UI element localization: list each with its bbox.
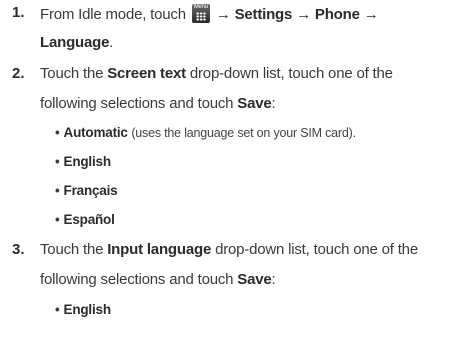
option-note: (uses the language set on your SIM card)…: [131, 126, 356, 140]
menu-icon-grid: [195, 12, 206, 21]
step-number: 2.: [12, 65, 25, 82]
step-text: following selections and touch: [40, 95, 234, 112]
step-text: drop-down list, touch one of the: [189, 65, 393, 82]
setting-name: Input language: [107, 241, 212, 258]
step-1-line-1: From Idle mode, touch Menu → Settings → …: [40, 4, 379, 23]
step-number: 3.: [12, 241, 25, 258]
punctuation: :: [271, 95, 276, 112]
setting-name: Screen text: [107, 65, 186, 82]
list-item-espanol: • Español: [55, 212, 115, 227]
punctuation: :: [271, 271, 276, 288]
option-label: English: [63, 154, 112, 169]
step-text: From Idle mode, touch: [40, 6, 186, 23]
step-1-line-2: Language.: [40, 34, 113, 51]
step-3-line-1: Touch the Input language drop-down list,…: [40, 241, 418, 258]
instruction-page: 1. From Idle mode, touch Menu → Settings…: [0, 0, 468, 342]
menu-icon-label: Menu: [193, 4, 208, 10]
list-item-english: • English: [55, 302, 111, 317]
menu-path-end: Language: [40, 34, 110, 51]
step-text: Touch the: [40, 65, 104, 82]
list-item-francais: • Français: [55, 183, 118, 198]
menu-path: → Settings → Phone →: [215, 6, 379, 23]
bullet-dot: •: [55, 125, 60, 140]
save-label: Save: [237, 95, 272, 112]
option-label: Español: [63, 212, 115, 227]
step-text: Touch the: [40, 241, 104, 258]
menu-grid-icon: Menu: [191, 4, 210, 23]
bullet-dot: •: [55, 212, 60, 227]
option-label: Français: [63, 183, 118, 198]
step-3-line-2: following selections and touch Save:: [40, 271, 276, 288]
bullet-dot: •: [55, 154, 60, 169]
option-label: Automatic: [63, 125, 128, 140]
step-2-line-1: Touch the Screen text drop-down list, to…: [40, 65, 393, 82]
punctuation: .: [109, 34, 114, 51]
list-item-english: • English: [55, 154, 111, 169]
step-2-line-2: following selections and touch Save:: [40, 95, 276, 112]
list-item-automatic: • Automatic (uses the language set on you…: [55, 125, 356, 140]
option-label: English: [63, 302, 112, 317]
bullet-dot: •: [55, 183, 60, 198]
step-text: drop-down list, touch one of the: [215, 241, 418, 258]
bullet-dot: •: [55, 302, 60, 317]
save-label: Save: [237, 271, 272, 288]
step-text: following selections and touch: [40, 271, 234, 288]
step-number: 1.: [12, 4, 25, 21]
